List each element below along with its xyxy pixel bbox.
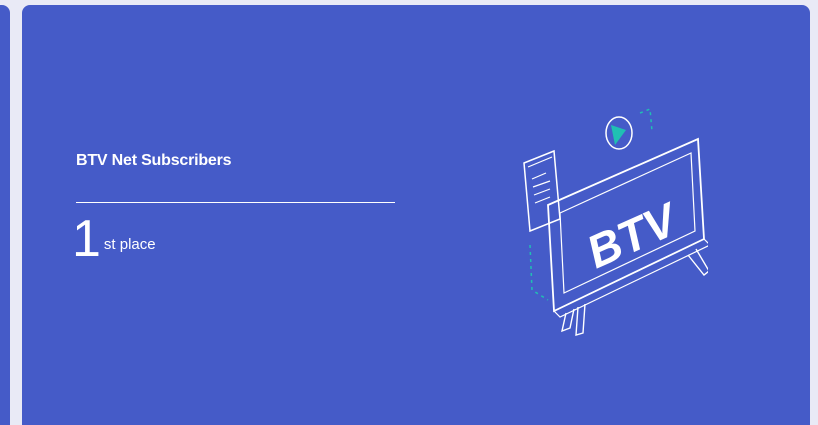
tv-label: BTV bbox=[579, 192, 687, 278]
previous-card-edge bbox=[0, 5, 10, 425]
stat-card: BTV Net Subscribers 1 st place BTV bbox=[22, 5, 810, 425]
rank: 1 st place bbox=[72, 213, 156, 265]
card-title: BTV Net Subscribers bbox=[76, 152, 232, 169]
rank-number: 1 bbox=[72, 210, 101, 268]
divider bbox=[76, 202, 395, 203]
tv-play-icon: BTV bbox=[523, 107, 708, 336]
rank-suffix: st place bbox=[103, 236, 156, 253]
